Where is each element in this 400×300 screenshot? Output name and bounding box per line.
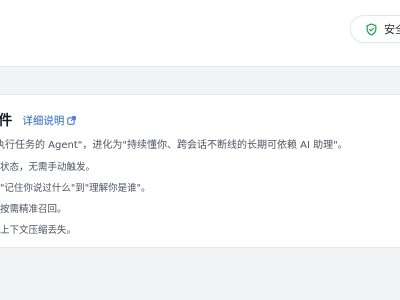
plugin-title-row: 插件 详细说明 bbox=[0, 110, 77, 130]
plugin-description: 执行任务的 Agent"，进化为"持续懂你、跨会话不断线的长期可依赖 AI 助理… bbox=[0, 140, 348, 151]
top-bar: 安全 bbox=[0, 0, 400, 67]
feature-item: "记住你说过什么"到"理解你是谁"。 bbox=[0, 183, 151, 194]
security-label: 安全 bbox=[384, 23, 400, 36]
shield-check-icon bbox=[365, 22, 378, 36]
external-link-icon bbox=[67, 115, 77, 125]
feature-item: 按需精准召回。 bbox=[0, 204, 67, 215]
security-button[interactable]: 安全 bbox=[350, 15, 400, 43]
settings-page: 安全 插件 详细说明 执行任务的 Agent"，进化为"持续懂你、跨会话不断线的… bbox=[0, 0, 400, 300]
detail-link-label: 详细说明 bbox=[22, 114, 65, 127]
plugin-title: 插件 bbox=[0, 110, 12, 130]
feature-item: 上下文压缩丢失。 bbox=[0, 225, 77, 236]
feature-item: 状态，无需手动触发。 bbox=[0, 162, 96, 173]
plugin-card: 插件 详细说明 执行任务的 Agent"，进化为"持续懂你、跨会话不断线的长期可… bbox=[0, 94, 400, 248]
detail-link[interactable]: 详细说明 bbox=[22, 113, 77, 128]
